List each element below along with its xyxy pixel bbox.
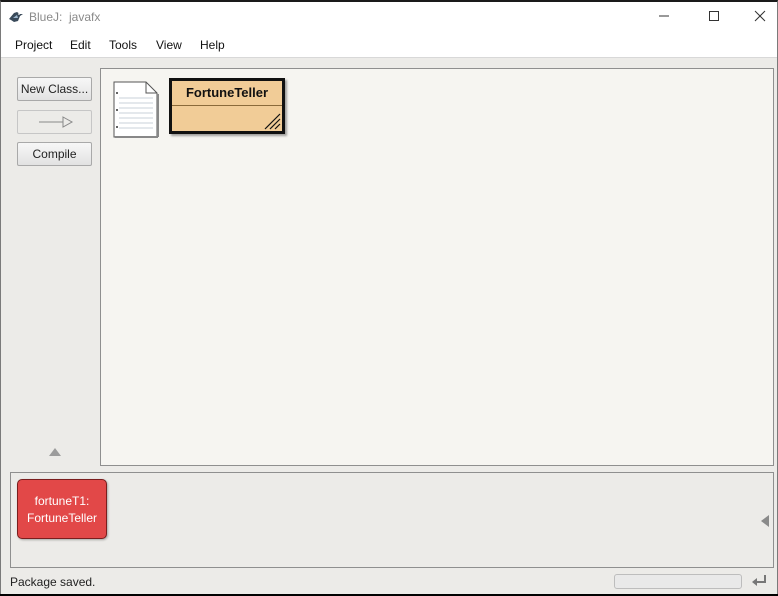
close-button[interactable]: [737, 2, 778, 33]
class-divider: [172, 105, 282, 106]
menu-help[interactable]: Help: [200, 38, 225, 52]
object-fortunet1[interactable]: fortuneT1: FortuneTeller: [17, 479, 107, 539]
scroll-left-icon[interactable]: [761, 515, 769, 527]
bluej-window: BlueJ: javafx Project Edit Tools View He…: [0, 0, 778, 594]
inheritance-arrow-icon: [35, 116, 75, 132]
menu-project[interactable]: Project: [15, 38, 52, 52]
menu-edit[interactable]: Edit: [70, 38, 91, 52]
object-bench: fortuneT1: FortuneTeller: [10, 472, 774, 568]
window-title: BlueJ: javafx: [29, 10, 101, 24]
maximize-icon: [708, 10, 720, 25]
menu-tools[interactable]: Tools: [109, 38, 137, 52]
object-name: fortuneT1:: [34, 494, 90, 508]
inheritance-arrow-button[interactable]: [17, 110, 92, 134]
minimize-icon: [658, 10, 670, 25]
status-message: Package saved.: [10, 575, 96, 589]
class-diagram[interactable]: FortuneTeller: [100, 68, 774, 466]
compile-button[interactable]: Compile: [17, 142, 92, 166]
object-type: FortuneTeller: [26, 511, 98, 525]
collapse-up-icon[interactable]: [49, 448, 61, 456]
maximize-button[interactable]: [691, 2, 737, 33]
resize-hatch-icon[interactable]: [263, 112, 281, 130]
title-bar: BlueJ: javafx: [1, 2, 777, 33]
reset-vm-icon[interactable]: [751, 573, 769, 589]
readme-document-icon[interactable]: [113, 81, 159, 139]
new-class-button[interactable]: New Class...: [17, 77, 92, 101]
class-fortuneteller[interactable]: FortuneTeller: [169, 78, 285, 134]
class-name: FortuneTeller: [185, 85, 269, 100]
menu-view[interactable]: View: [156, 38, 182, 52]
bluej-bird-icon: [8, 10, 24, 24]
close-icon: [754, 10, 766, 25]
menu-bar: Project Edit Tools View Help: [1, 33, 777, 58]
minimize-button[interactable]: [641, 2, 687, 33]
progress-bar: [614, 574, 742, 589]
